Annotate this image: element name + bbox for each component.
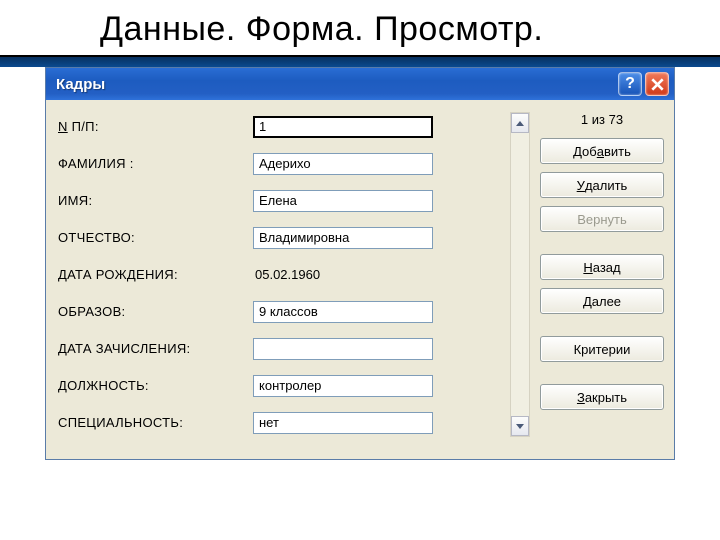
label-birth: ДАТА РОЖДЕНИЯ: bbox=[58, 267, 253, 282]
label-patronymic: ОТЧЕСТВО: bbox=[58, 230, 253, 245]
input-hire[interactable] bbox=[253, 338, 433, 360]
close-icon bbox=[651, 78, 664, 91]
input-surname[interactable]: Адерихо bbox=[253, 153, 433, 175]
input-name[interactable]: Елена bbox=[253, 190, 433, 212]
chevron-down-icon bbox=[516, 424, 524, 429]
scroll-up-button[interactable] bbox=[511, 113, 529, 133]
label-position: ДОЛЖНОСТЬ: bbox=[58, 378, 253, 393]
button-panel: 1 из 73 Добавить Удалить Вернуть Назад Д… bbox=[538, 108, 666, 441]
delete-button[interactable]: Удалить bbox=[540, 172, 664, 198]
record-counter: 1 из 73 bbox=[538, 110, 666, 134]
vertical-scrollbar[interactable] bbox=[510, 112, 530, 437]
scroll-down-button[interactable] bbox=[511, 416, 529, 436]
window-top-edge bbox=[0, 57, 720, 67]
value-birth: 05.02.1960 bbox=[253, 264, 433, 286]
chevron-up-icon bbox=[516, 121, 524, 126]
input-patronymic[interactable]: Владимировна bbox=[253, 227, 433, 249]
criteria-button[interactable]: Критерии bbox=[540, 336, 664, 362]
input-edu[interactable]: 9 классов bbox=[253, 301, 433, 323]
window-title: Кадры bbox=[56, 76, 615, 93]
close-button[interactable]: Закрыть bbox=[540, 384, 664, 410]
label-name: ИМЯ: bbox=[58, 193, 253, 208]
input-npp[interactable]: 1 bbox=[253, 116, 433, 138]
label-edu: ОБРАЗОВ: bbox=[58, 304, 253, 319]
close-window-button[interactable] bbox=[645, 72, 669, 96]
back-button[interactable]: Назад bbox=[540, 254, 664, 280]
next-button[interactable]: Далее bbox=[540, 288, 664, 314]
add-button[interactable]: Добавить bbox=[540, 138, 664, 164]
label-surname: ФАМИЛИЯ : bbox=[58, 156, 253, 171]
scroll-track[interactable] bbox=[511, 133, 529, 416]
label-npp: N П/П: bbox=[58, 119, 253, 134]
page-title: Данные. Форма. Просмотр. bbox=[0, 0, 720, 57]
help-button[interactable]: ? bbox=[618, 72, 642, 96]
revert-button: Вернуть bbox=[540, 206, 664, 232]
label-specialty: СПЕЦИАЛЬНОСТЬ: bbox=[58, 415, 253, 430]
form-fields: N П/П: 1 ФАМИЛИЯ : Адерихо ИМЯ: Елена ОТ… bbox=[58, 108, 500, 441]
label-hire: ДАТА ЗАЧИСЛЕНИЯ: bbox=[58, 341, 253, 356]
titlebar: Кадры ? bbox=[46, 68, 674, 100]
input-position[interactable]: контролер bbox=[253, 375, 433, 397]
form-window: Кадры ? N П/П: 1 ФАМИЛИЯ : Адерихо ИМЯ: … bbox=[45, 67, 675, 460]
input-specialty[interactable]: нет bbox=[253, 412, 433, 434]
